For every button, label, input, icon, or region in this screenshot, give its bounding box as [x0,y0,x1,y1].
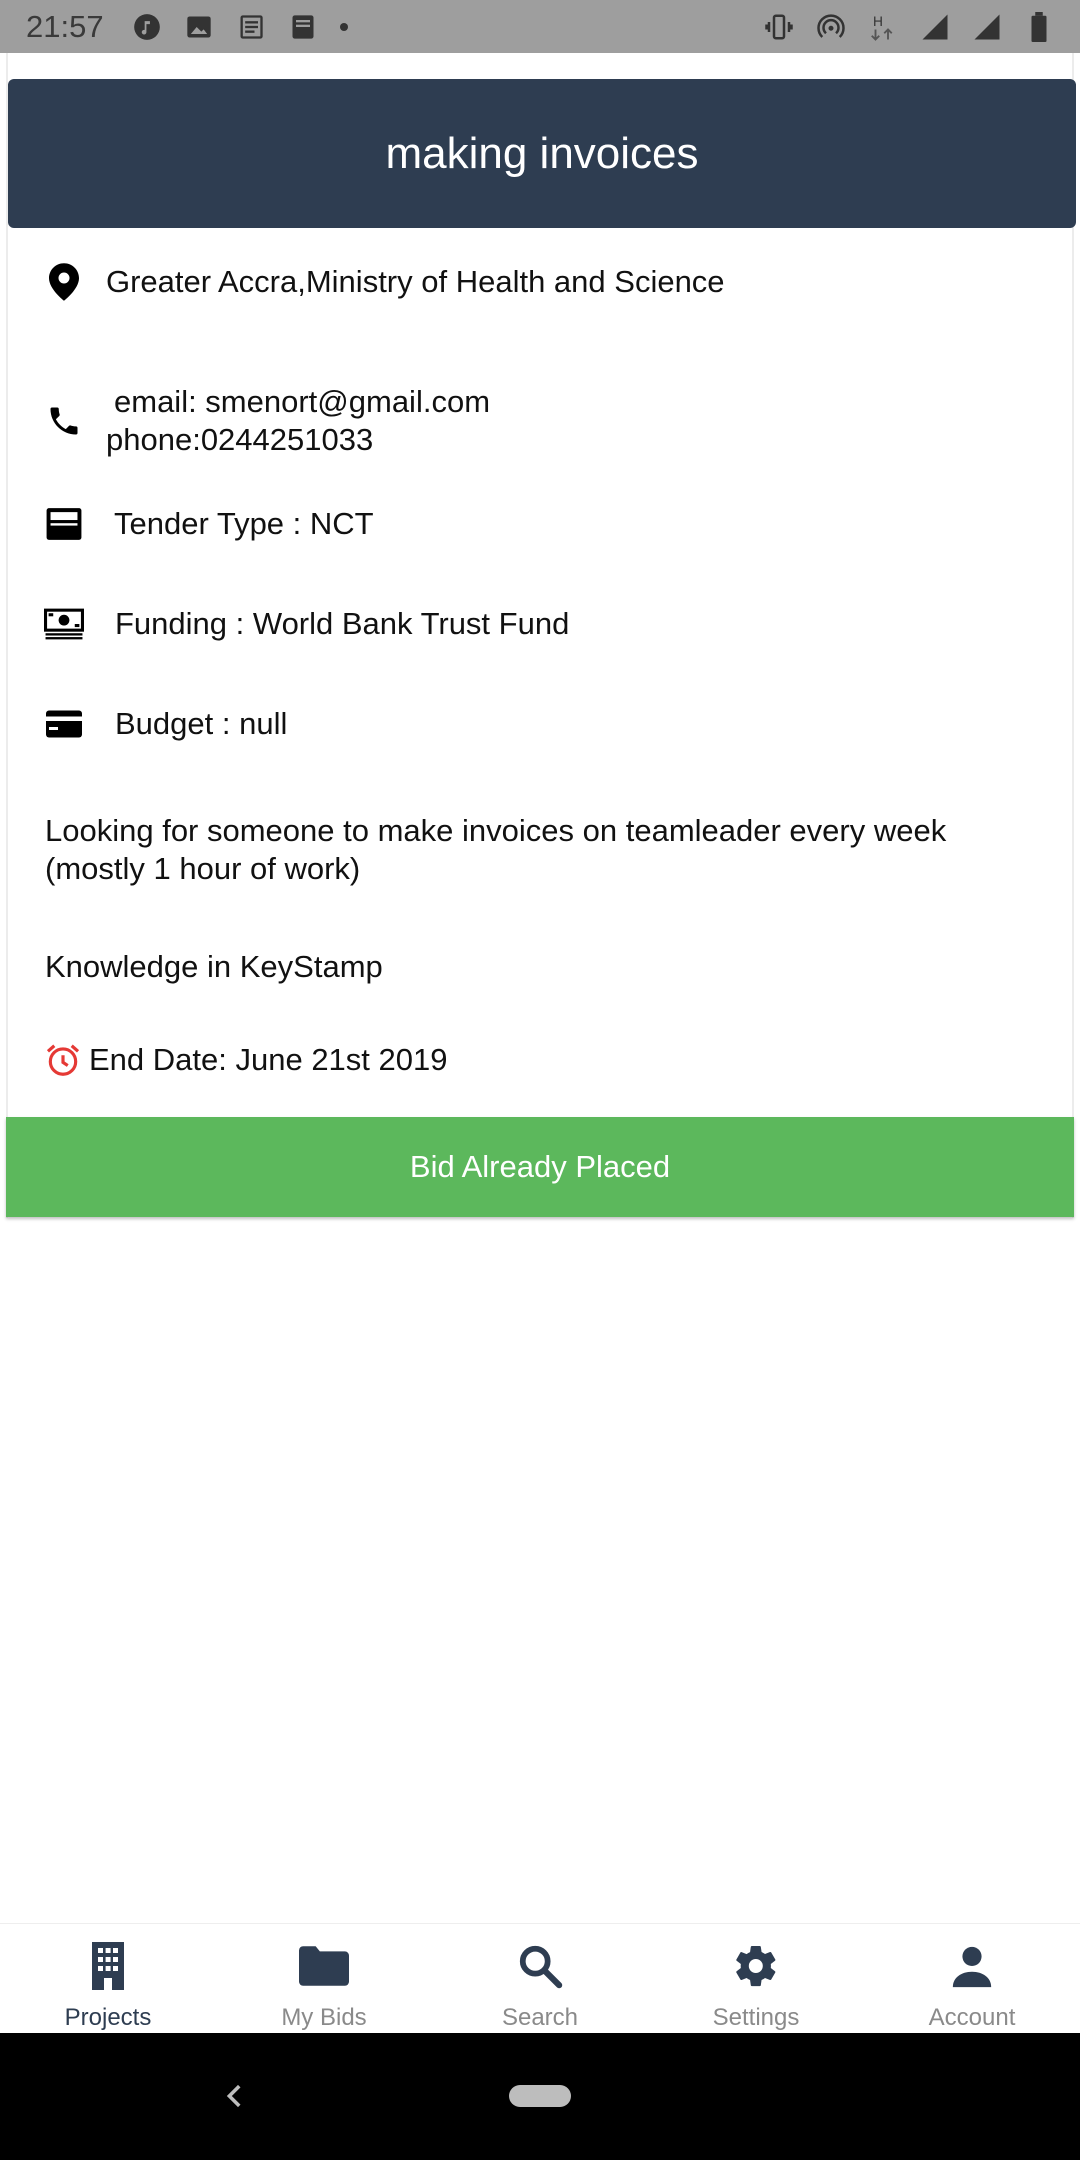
budget-row: Budget : null [44,704,287,744]
svg-text:H: H [873,13,883,28]
news-icon [236,12,266,42]
battery-icon [1024,11,1054,42]
home-pill-button[interactable] [509,2085,571,2107]
nav-label-search: Search [501,2004,579,2031]
nav-item-my-bids[interactable]: My Bids [216,1924,432,2033]
end-date-row: End Date: June 21st 2019 [43,1040,447,1080]
funding-row: Funding : World Bank Trust Fund [44,604,569,644]
back-chevron-icon[interactable] [218,2079,252,2113]
alarm-clock-icon [43,1040,83,1080]
hotspot-icon [816,12,846,42]
tender-type-text: Tender Type : NCT [114,506,374,541]
person-icon [944,1938,1000,1994]
location-row: Greater Accra,Ministry of Health and Sci… [44,262,725,302]
notification-icons [132,12,348,42]
tender-type-row: Tender Type : NCT [44,504,374,544]
nav-item-projects[interactable]: Projects [0,1924,216,2033]
email-text: email: smenort@gmail.com [114,384,491,419]
vibrate-icon [764,12,794,42]
system-icons: H [764,11,1054,42]
project-title: making invoices [385,128,699,178]
nav-label-settings: Settings [712,2004,800,2031]
signal-2-icon [972,12,1002,42]
budget-text: Budget : null [115,706,288,741]
credit-card-icon [44,704,84,744]
funding-text: Funding : World Bank Trust Fund [115,606,570,641]
gear-icon [728,1938,784,1994]
nav-item-search[interactable]: Search [432,1924,648,2033]
card-header: making invoices [8,79,1076,228]
nav-label-projects: Projects [64,2004,152,2031]
project-card: making invoices Greater Accra,Ministry o… [6,53,1076,1218]
contact-details: email: smenort@gmail.com phone:024425103… [106,383,490,459]
signal-icon [920,12,950,42]
folder-icon [296,1938,352,1994]
phone-icon [44,401,84,441]
building-icon [80,1938,136,1994]
description-text: Looking for someone to make invoices on … [45,813,947,886]
bible-app-icon [288,12,318,42]
end-date-text: End Date: June 21st 2019 [89,1042,448,1077]
phone-text: phone:0244251033 [106,422,374,457]
status-time: 21:57 [26,8,104,44]
nav-label-my-bids: My Bids [281,2004,367,2031]
knowledge-text: Knowledge in KeyStamp [45,949,383,984]
data-h-icon: H [868,12,898,42]
nav-item-account[interactable]: Account [864,1924,1080,2033]
status-bar: 21:57 H [0,0,1080,53]
system-navigation-bar [0,2033,1080,2160]
location-pin-icon [44,262,84,302]
nav-item-settings[interactable]: Settings [648,1924,864,2033]
search-icon [512,1938,568,1994]
inbox-tray-icon [44,504,84,544]
money-icon [44,604,84,644]
music-icon [132,12,162,42]
bid-already-placed-button[interactable]: Bid Already Placed [6,1117,1074,1217]
contact-row: email: smenort@gmail.com phone:024425103… [44,383,490,459]
image-icon [184,12,214,42]
more-notifications-dot [339,22,348,31]
bottom-navigation: Projects My Bids Search Settings Account [0,1923,1080,2033]
location-text: Greater Accra,Ministry of Health and Sci… [106,264,725,299]
nav-label-account: Account [928,2004,1016,2031]
